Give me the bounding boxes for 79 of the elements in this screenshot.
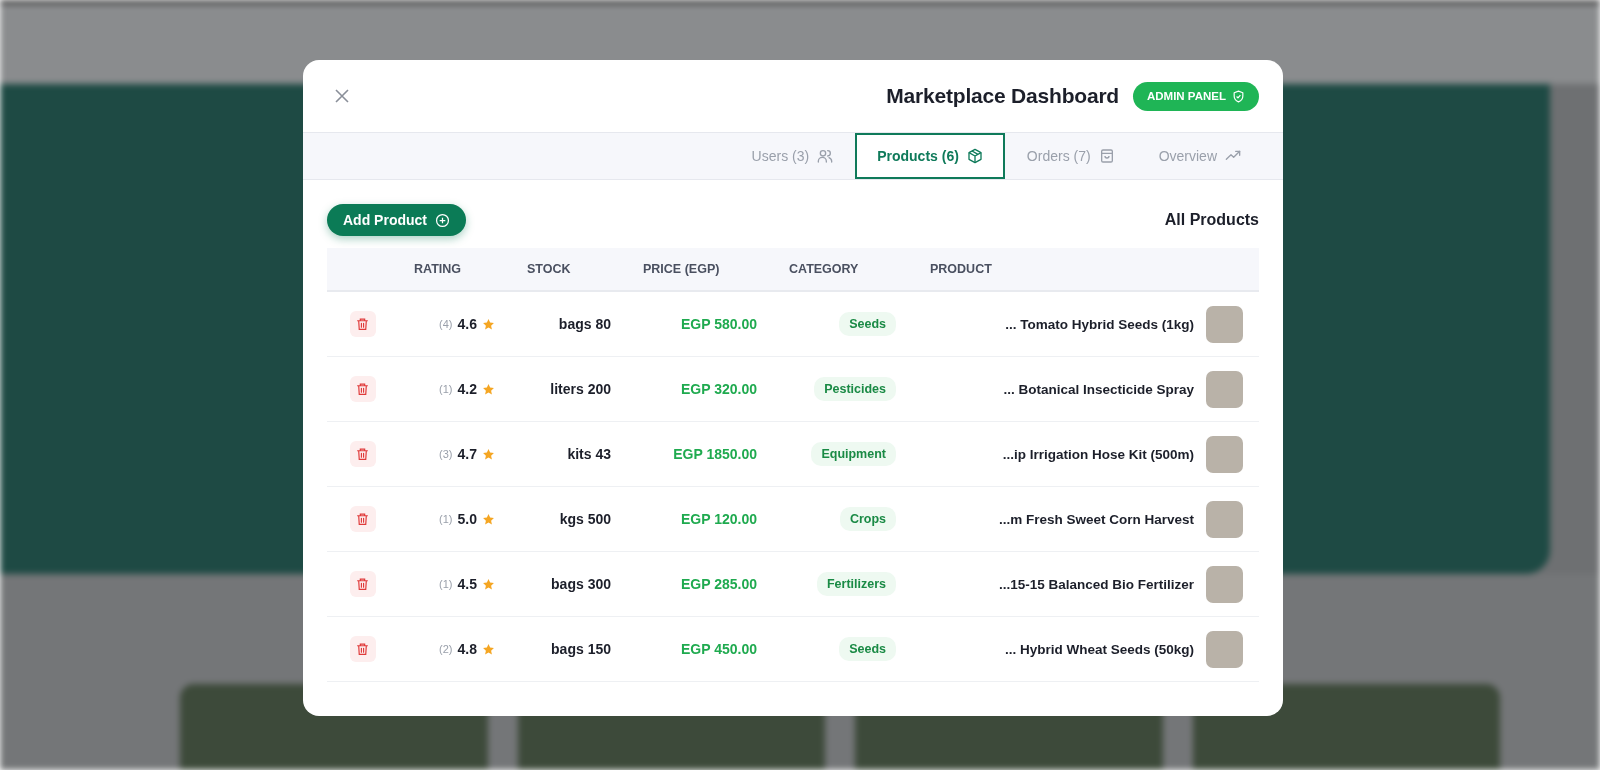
category-tag: Seeds xyxy=(839,312,896,336)
rating-count: (4) xyxy=(439,318,453,330)
price-cell: EGP 320.00 xyxy=(680,381,757,397)
category-tag: Equipment xyxy=(811,442,896,466)
rating-value: 4.5 xyxy=(457,576,477,592)
rating-value: 5.0 xyxy=(457,511,477,527)
trash-icon xyxy=(356,382,369,396)
category-tag: Pesticides xyxy=(814,377,896,401)
price-cell: EGP 450.00 xyxy=(680,641,757,657)
rating-count: (3) xyxy=(439,448,453,460)
close-icon xyxy=(335,89,349,103)
product-name: ... Hybrid Wheat Seeds (50kg) xyxy=(1004,641,1194,657)
stock-cell: bags 80 xyxy=(558,316,611,332)
add-product-button[interactable]: Add Product xyxy=(327,204,466,236)
trash-icon xyxy=(356,447,369,461)
trash-icon xyxy=(356,512,369,526)
category-tag: Seeds xyxy=(839,637,896,661)
star-icon xyxy=(482,317,495,331)
column-header: RATING xyxy=(398,248,511,292)
tab[interactable]: Users (3) xyxy=(729,133,856,179)
column-header: PRICE (EGP) xyxy=(627,248,773,292)
stock-cell: liters 200 xyxy=(550,381,611,397)
section-title: All Products xyxy=(1164,211,1259,229)
shield-check-icon xyxy=(1232,89,1245,103)
rating-value: 4.6 xyxy=(457,316,477,332)
rating-value: 4.8 xyxy=(457,641,477,657)
product-name: ...m Fresh Sweet Corn Harvest xyxy=(998,511,1194,527)
dialog-title: Marketplace Dashboard xyxy=(886,84,1119,108)
trash-icon xyxy=(356,317,369,331)
photo-placeholder xyxy=(1206,305,1243,343)
plus-circle-icon xyxy=(435,212,450,228)
trash-icon xyxy=(356,577,369,591)
stock-cell: kits 43 xyxy=(567,446,611,462)
price-cell: EGP 120.00 xyxy=(680,511,757,527)
rating-count: (1) xyxy=(439,513,453,525)
star-icon xyxy=(482,382,495,396)
column-header: CATEGORY xyxy=(773,248,914,292)
admin-badge: ADMIN PANEL xyxy=(1133,81,1259,111)
stock-cell: kgs 500 xyxy=(559,511,611,527)
price-cell: EGP 285.00 xyxy=(680,576,757,592)
delete-button[interactable] xyxy=(349,571,376,597)
category-tag: Crops xyxy=(839,507,896,531)
rating-value: 4.7 xyxy=(457,446,477,462)
photo-placeholder xyxy=(1206,435,1243,473)
photo-placeholder xyxy=(1206,500,1243,538)
trash-icon xyxy=(356,642,369,656)
stock-cell: bags 300 xyxy=(551,576,611,592)
users-icon xyxy=(817,148,834,164)
price-cell: EGP 580.00 xyxy=(680,316,757,332)
tab[interactable]: Overview xyxy=(1136,133,1263,179)
product-name: ...15-15 Balanced Bio Fertilizer xyxy=(998,576,1194,592)
star-icon xyxy=(482,447,495,461)
rating-count: (2) xyxy=(439,643,453,655)
column-header: PRODUCT xyxy=(914,248,1259,292)
delete-button[interactable] xyxy=(349,636,376,662)
rating-count: (1) xyxy=(439,578,453,590)
product-name: ... Tomato Hybrid Seeds (1kg) xyxy=(1005,316,1194,332)
tab[interactable]: Products (6) xyxy=(855,133,1005,179)
price-cell: EGP 1850.00 xyxy=(673,446,757,462)
delete-button[interactable] xyxy=(349,311,376,337)
delete-button[interactable] xyxy=(349,506,376,532)
photo-placeholder xyxy=(1206,565,1243,603)
rating-count: (1) xyxy=(439,383,453,395)
column-header: STOCK xyxy=(511,248,627,292)
stock-cell: bags 150 xyxy=(551,641,611,657)
cube-icon xyxy=(966,148,983,164)
star-icon xyxy=(482,512,495,526)
delete-button[interactable] xyxy=(349,376,376,402)
star-icon xyxy=(482,642,495,656)
product-name: ... Botanical Insecticide Spray xyxy=(1003,381,1194,397)
bag-icon xyxy=(1098,148,1115,164)
rating-value: 4.2 xyxy=(457,381,477,397)
photo-placeholder xyxy=(1206,630,1243,668)
star-icon xyxy=(482,577,495,591)
category-tag: Fertilizers xyxy=(816,572,896,596)
product-name: ...ip Irrigation Hose Kit (500m) xyxy=(1002,446,1194,462)
photo-placeholder xyxy=(1206,370,1243,408)
delete-button[interactable] xyxy=(349,441,376,467)
tab[interactable]: Orders (7) xyxy=(1004,133,1137,179)
